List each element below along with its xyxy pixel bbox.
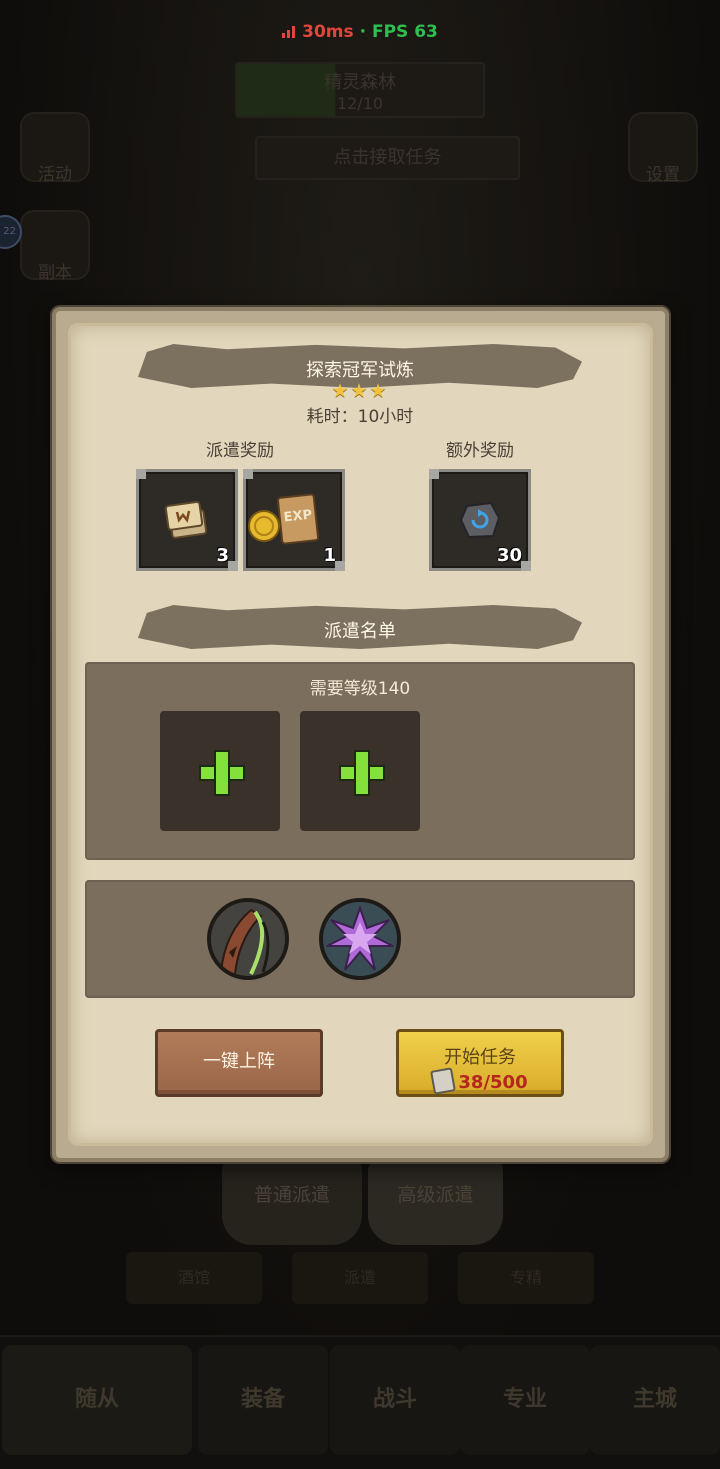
reward-slot-exp-book[interactable]: EXP 1 (243, 469, 345, 571)
area-banner[interactable]: 精灵森林 12/10 (235, 62, 485, 118)
auto-deploy-button[interactable]: 一键上阵 (155, 1029, 323, 1097)
plus-icon (199, 750, 245, 796)
reward-slot-rune-stone[interactable]: 30 (429, 469, 531, 571)
svg-text:EXP: EXP (283, 508, 313, 526)
plus-icon (339, 750, 385, 796)
scroll-icon (164, 500, 208, 539)
claw-slash-icon[interactable] (207, 898, 289, 980)
tab-normal-dispatch[interactable]: 普通派遣 (222, 1160, 362, 1245)
network-status: 30ms · FPS 63 (0, 22, 720, 42)
mission-cost: 38/500 (399, 1067, 561, 1095)
mission-title: 探索冠军试炼 (306, 360, 414, 381)
nav-equipment[interactable]: 装备 (198, 1345, 328, 1455)
purple-burst-icon[interactable] (319, 898, 401, 980)
nav-main-city[interactable]: 主城 (590, 1345, 720, 1455)
reward-count: 3 (216, 545, 229, 566)
reward-slot-scroll[interactable]: 3 (136, 469, 238, 571)
ping-value: 30ms (302, 22, 354, 42)
activity-button[interactable]: 活动 (20, 112, 90, 185)
signal-icon (282, 26, 298, 38)
tab-advanced-dispatch[interactable]: 高级派遣 (368, 1160, 503, 1245)
subtab-tavern[interactable]: 酒馆 (126, 1252, 262, 1304)
reward-count: 1 (323, 545, 336, 566)
nav-profession[interactable]: 专业 (460, 1345, 590, 1455)
nav-followers[interactable]: 随从 (2, 1345, 192, 1455)
mission-duration: 耗时：10小时 (306, 407, 414, 427)
subtab-mastery[interactable]: 专精 (458, 1252, 594, 1304)
nav-battle[interactable]: 战斗 (330, 1345, 460, 1455)
dispatch-reward-label: 派遣奖励 (206, 441, 274, 461)
extra-reward-label: 额外奖励 (446, 441, 514, 461)
start-mission-label: 开始任务 (444, 1047, 516, 1068)
difficulty-stars: ★★★ (331, 380, 389, 402)
scroll-cost-icon (430, 1067, 457, 1095)
fps-value: FPS 63 (371, 22, 438, 42)
required-level: 需要等级140 (309, 679, 411, 699)
settings-button[interactable]: 设置 (628, 112, 698, 185)
area-name: 精灵森林 (324, 72, 396, 93)
follower-slot-2[interactable] (300, 711, 420, 831)
follower-slot-1[interactable] (160, 711, 280, 831)
area-progress: 12/10 (336, 94, 384, 113)
rune-stone-icon (459, 501, 501, 539)
exp-book-icon: EXP (248, 493, 320, 545)
dungeon-button[interactable]: 副本 (20, 210, 90, 283)
subtab-dispatch[interactable]: 派遣 (292, 1252, 428, 1304)
accept-task-button[interactable]: 点击接取任务 (255, 136, 520, 180)
start-mission-button[interactable]: 开始任务 38/500 (396, 1029, 564, 1097)
reward-count: 30 (496, 545, 522, 566)
roster-title: 派遣名单 (324, 621, 396, 642)
